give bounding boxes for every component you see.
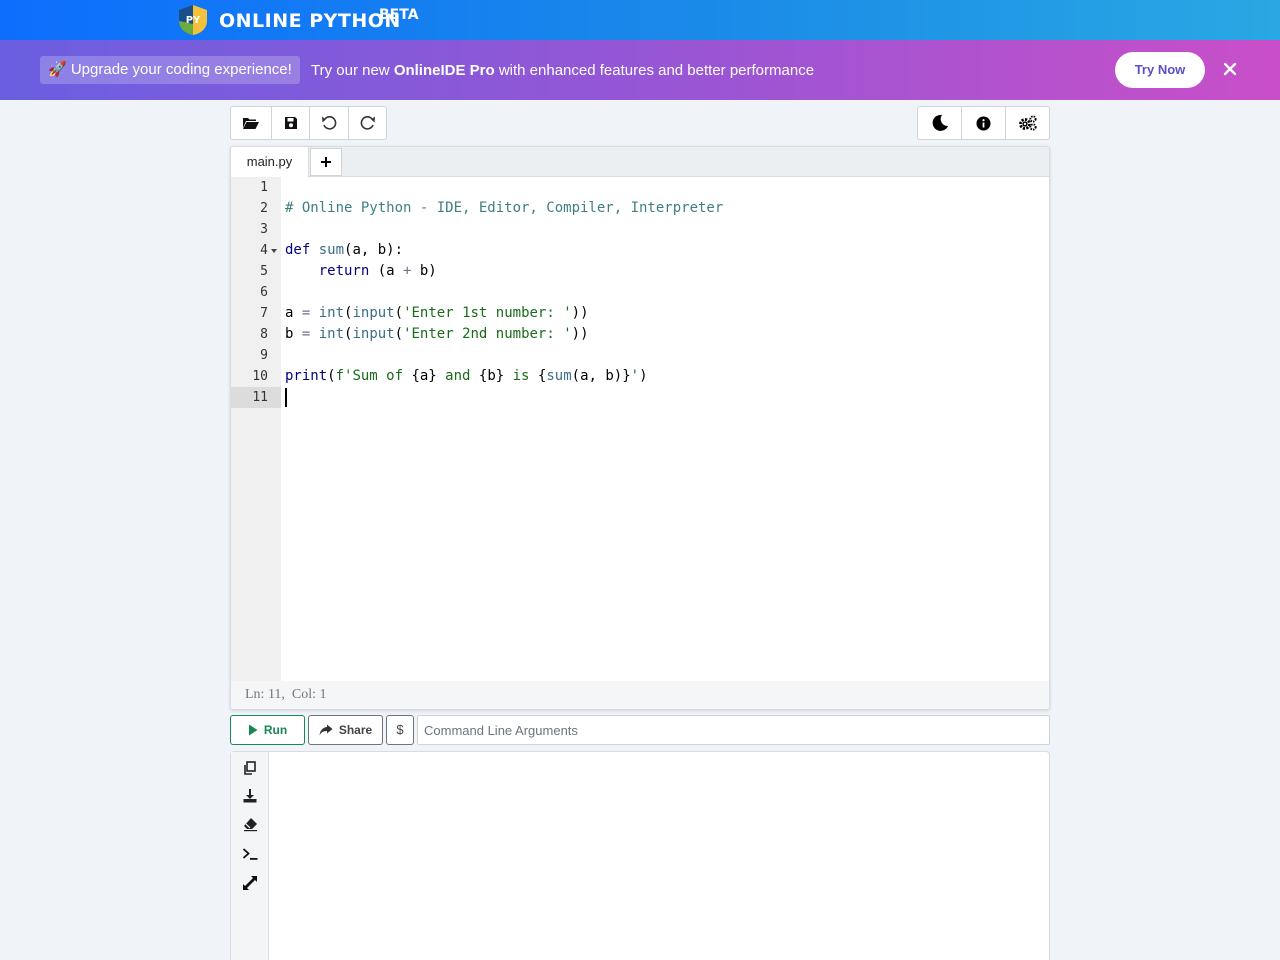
line-number: 9 <box>260 348 268 363</box>
output-toolbar <box>231 752 269 960</box>
fold-arrow-icon[interactable] <box>270 248 278 254</box>
eraser-icon[interactable] <box>242 816 258 832</box>
logo-text: PY <box>186 15 201 26</box>
settings-button[interactable] <box>1006 107 1049 139</box>
line-number: 10 <box>252 369 268 384</box>
text-cursor <box>285 388 287 407</box>
share-label: Share <box>338 723 373 737</box>
run-label: Run <box>263 723 288 737</box>
line-number: 3 <box>260 222 268 237</box>
line-number: 1 <box>260 180 268 195</box>
moon-icon <box>932 114 948 131</box>
code-line-5: return (a + b) <box>318 263 437 279</box>
dark-mode-button[interactable] <box>918 107 962 139</box>
dollar-button[interactable]: $ <box>386 715 414 745</box>
copy-icon[interactable] <box>242 760 258 776</box>
play-icon <box>248 724 258 736</box>
line-number: 2 <box>260 201 268 216</box>
terminal-icon[interactable] <box>242 846 258 862</box>
open-folder-icon <box>243 118 259 129</box>
share-button[interactable]: Share <box>308 715 383 745</box>
cursor-status: Ln: 11, Col: 1 <box>231 681 1049 709</box>
code-line-2: # Online Python - IDE, Editor, Compiler,… <box>285 198 723 219</box>
brand-title[interactable]: ONLINE PYTHON <box>219 10 401 32</box>
code-line-10: print(f'Sum of {a} and {b} is {sum(a, b)… <box>285 368 648 384</box>
code-line-8: b = int(input('Enter 2nd number: ')) <box>285 326 589 342</box>
close-icon[interactable] <box>1219 58 1241 80</box>
expand-icon[interactable] <box>242 875 258 891</box>
editor-tabs: main.py <box>231 147 1049 178</box>
python-logo-icon[interactable]: PY <box>176 4 210 36</box>
line-number: 5 <box>260 264 268 279</box>
line-number-active: 11 <box>231 387 281 408</box>
file-toolbar <box>230 106 387 140</box>
redo-button[interactable] <box>349 107 386 139</box>
undo-icon <box>322 116 337 130</box>
promo-product: OnlineIDE Pro <box>393 62 495 79</box>
save-icon <box>284 117 297 129</box>
code-comment: # Online Python - IDE, Editor, Compiler,… <box>285 200 724 216</box>
plus-icon <box>321 157 331 167</box>
promo-suffix: with enhanced features and better perfor… <box>494 62 815 79</box>
redo-icon <box>360 116 375 130</box>
undo-button[interactable] <box>310 107 349 139</box>
code-line-7: a = int(input('Enter 1st number: ')) <box>285 305 589 321</box>
add-tab-button[interactable] <box>310 148 342 176</box>
code-editor: main.py 1 2 3 4 5 6 7 8 9 10 11 # Online… <box>230 146 1050 710</box>
promo-text: Try our new OnlineIDE Pro with enhanced … <box>311 62 814 79</box>
output-console[interactable] <box>270 752 1049 960</box>
line-number: 7 <box>260 306 268 321</box>
download-icon[interactable] <box>242 788 258 804</box>
code-line-4: def sum(a, b): <box>285 242 404 258</box>
promo-banner: 🚀 Upgrade your coding experience! Try ou… <box>0 40 1280 100</box>
beta-badge: BETA <box>379 7 419 23</box>
info-icon <box>976 116 991 130</box>
code-area[interactable]: # Online Python - IDE, Editor, Compiler,… <box>285 177 1045 681</box>
info-button[interactable] <box>962 107 1006 139</box>
save-button[interactable] <box>272 107 310 139</box>
tab-main-py[interactable]: main.py <box>231 147 309 178</box>
view-toolbar <box>917 106 1050 140</box>
settings-icon <box>1018 115 1037 131</box>
upgrade-pill: 🚀 Upgrade your coding experience! <box>40 56 300 84</box>
open-button[interactable] <box>231 107 272 139</box>
line-number: 8 <box>260 327 268 342</box>
try-now-button[interactable]: Try Now <box>1115 52 1205 88</box>
run-button[interactable]: Run <box>230 715 305 745</box>
output-panel <box>230 751 1050 960</box>
share-icon <box>319 724 333 736</box>
promo-prefix: Try our new <box>311 62 394 79</box>
top-header: PY ONLINE PYTHON BETA <box>0 0 1280 40</box>
line-number: 6 <box>260 285 268 300</box>
command-line-arguments-input[interactable] <box>417 715 1050 745</box>
